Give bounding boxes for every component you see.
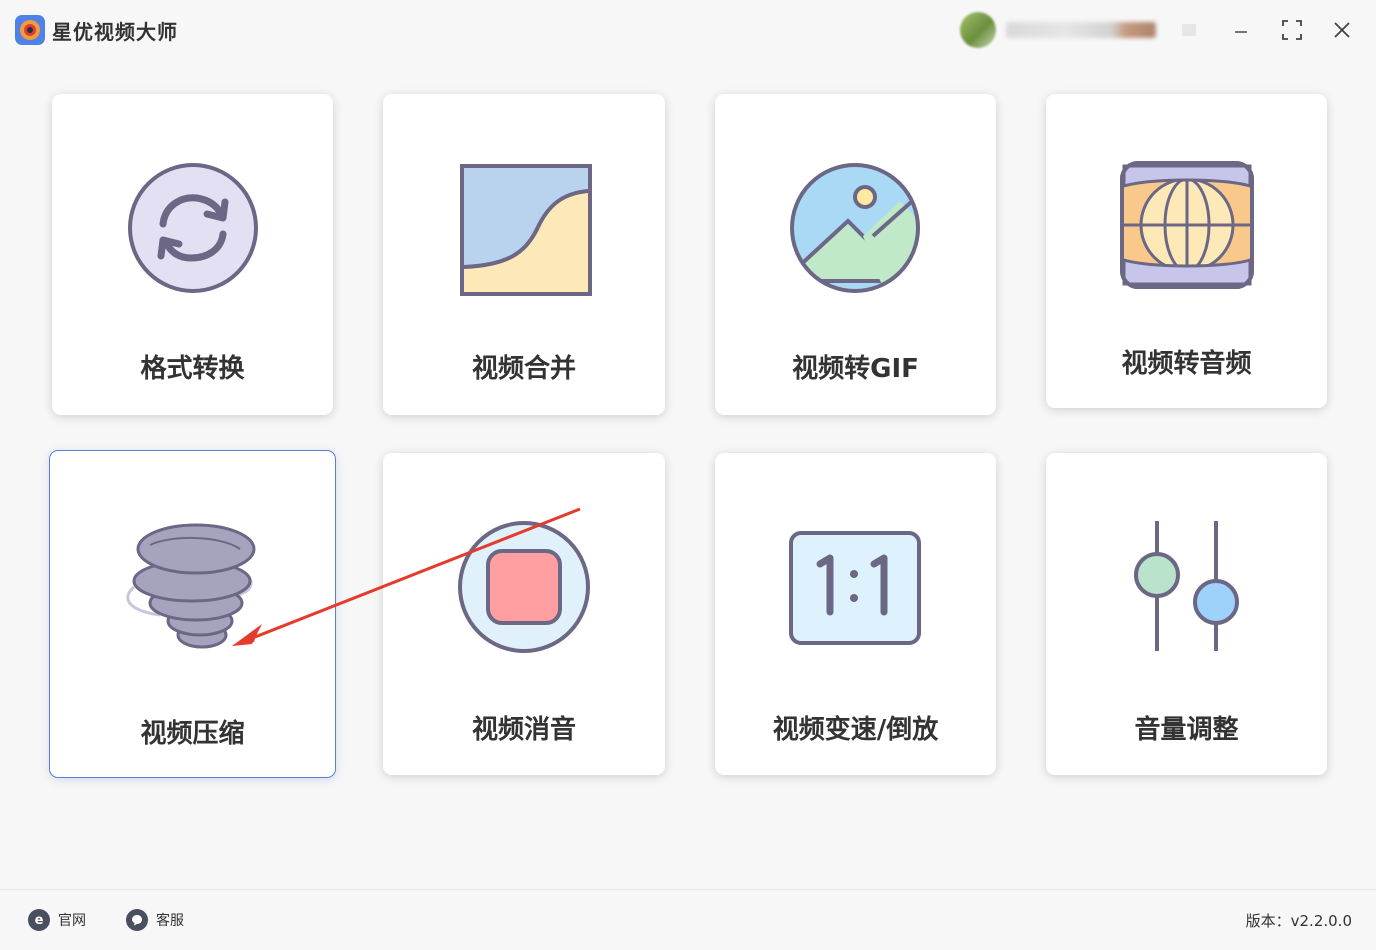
tool-card-video-compress[interactable]: 视频压缩 [49,450,336,778]
tool-card-video-to-gif[interactable]: 视频转GIF [715,94,996,415]
fullscreen-icon [1282,20,1302,40]
convert-icon [128,163,258,293]
tool-label: 视频转GIF [792,354,919,384]
tool-label: 视频变速/倒放 [772,715,939,745]
avatar[interactable] [960,12,996,48]
footer-divider [0,889,1376,890]
tool-label: 视频压缩 [140,719,245,749]
username-redacted [1006,22,1156,38]
title-bar: 星优视频大师 [0,0,1376,60]
app-logo-icon [15,15,45,45]
website-link[interactable]: e 官网 [28,908,86,932]
merge-icon [460,164,592,296]
image-gif-icon [790,163,920,293]
tool-label: 格式转换 [140,354,245,384]
tool-card-video-speed-reverse[interactable]: 视频变速/倒放 [715,453,996,775]
close-button[interactable] [1325,14,1359,46]
menu-icon [1182,24,1196,36]
ratio-speed-icon [789,531,921,645]
tool-label: 视频转音频 [1121,349,1252,379]
browser-icon: e [28,909,50,931]
minimize-button[interactable] [1224,14,1258,46]
tool-card-video-to-audio[interactable]: 视频转音频 [1046,94,1327,408]
minimize-icon [1235,31,1247,33]
stop-mute-icon [458,521,590,653]
slider-volume-icon [1134,521,1239,651]
tool-card-format-convert[interactable]: 格式转换 [52,94,333,415]
tool-card-volume-adjust[interactable]: 音量调整 [1046,453,1327,775]
user-account[interactable] [960,12,1160,48]
tool-card-video-mute[interactable]: 视频消音 [383,453,665,775]
app-title: 星优视频大师 [52,20,178,44]
support-link[interactable]: 客服 [126,908,184,932]
tool-card-video-merge[interactable]: 视频合并 [383,94,665,415]
chat-icon [126,909,148,931]
tool-label: 音量调整 [1134,715,1239,745]
maximize-button[interactable] [1275,14,1309,46]
tool-label: 视频消音 [471,715,576,745]
support-label: 客服 [156,913,184,929]
audio-icon [1120,161,1254,289]
version-text: 版本：v2.2.0.0 [1245,912,1352,930]
tornado-compress-icon [126,523,256,649]
close-icon [1334,22,1350,38]
tool-label: 视频合并 [471,354,576,384]
website-label: 官网 [58,913,86,929]
menu-button[interactable] [1172,14,1206,46]
